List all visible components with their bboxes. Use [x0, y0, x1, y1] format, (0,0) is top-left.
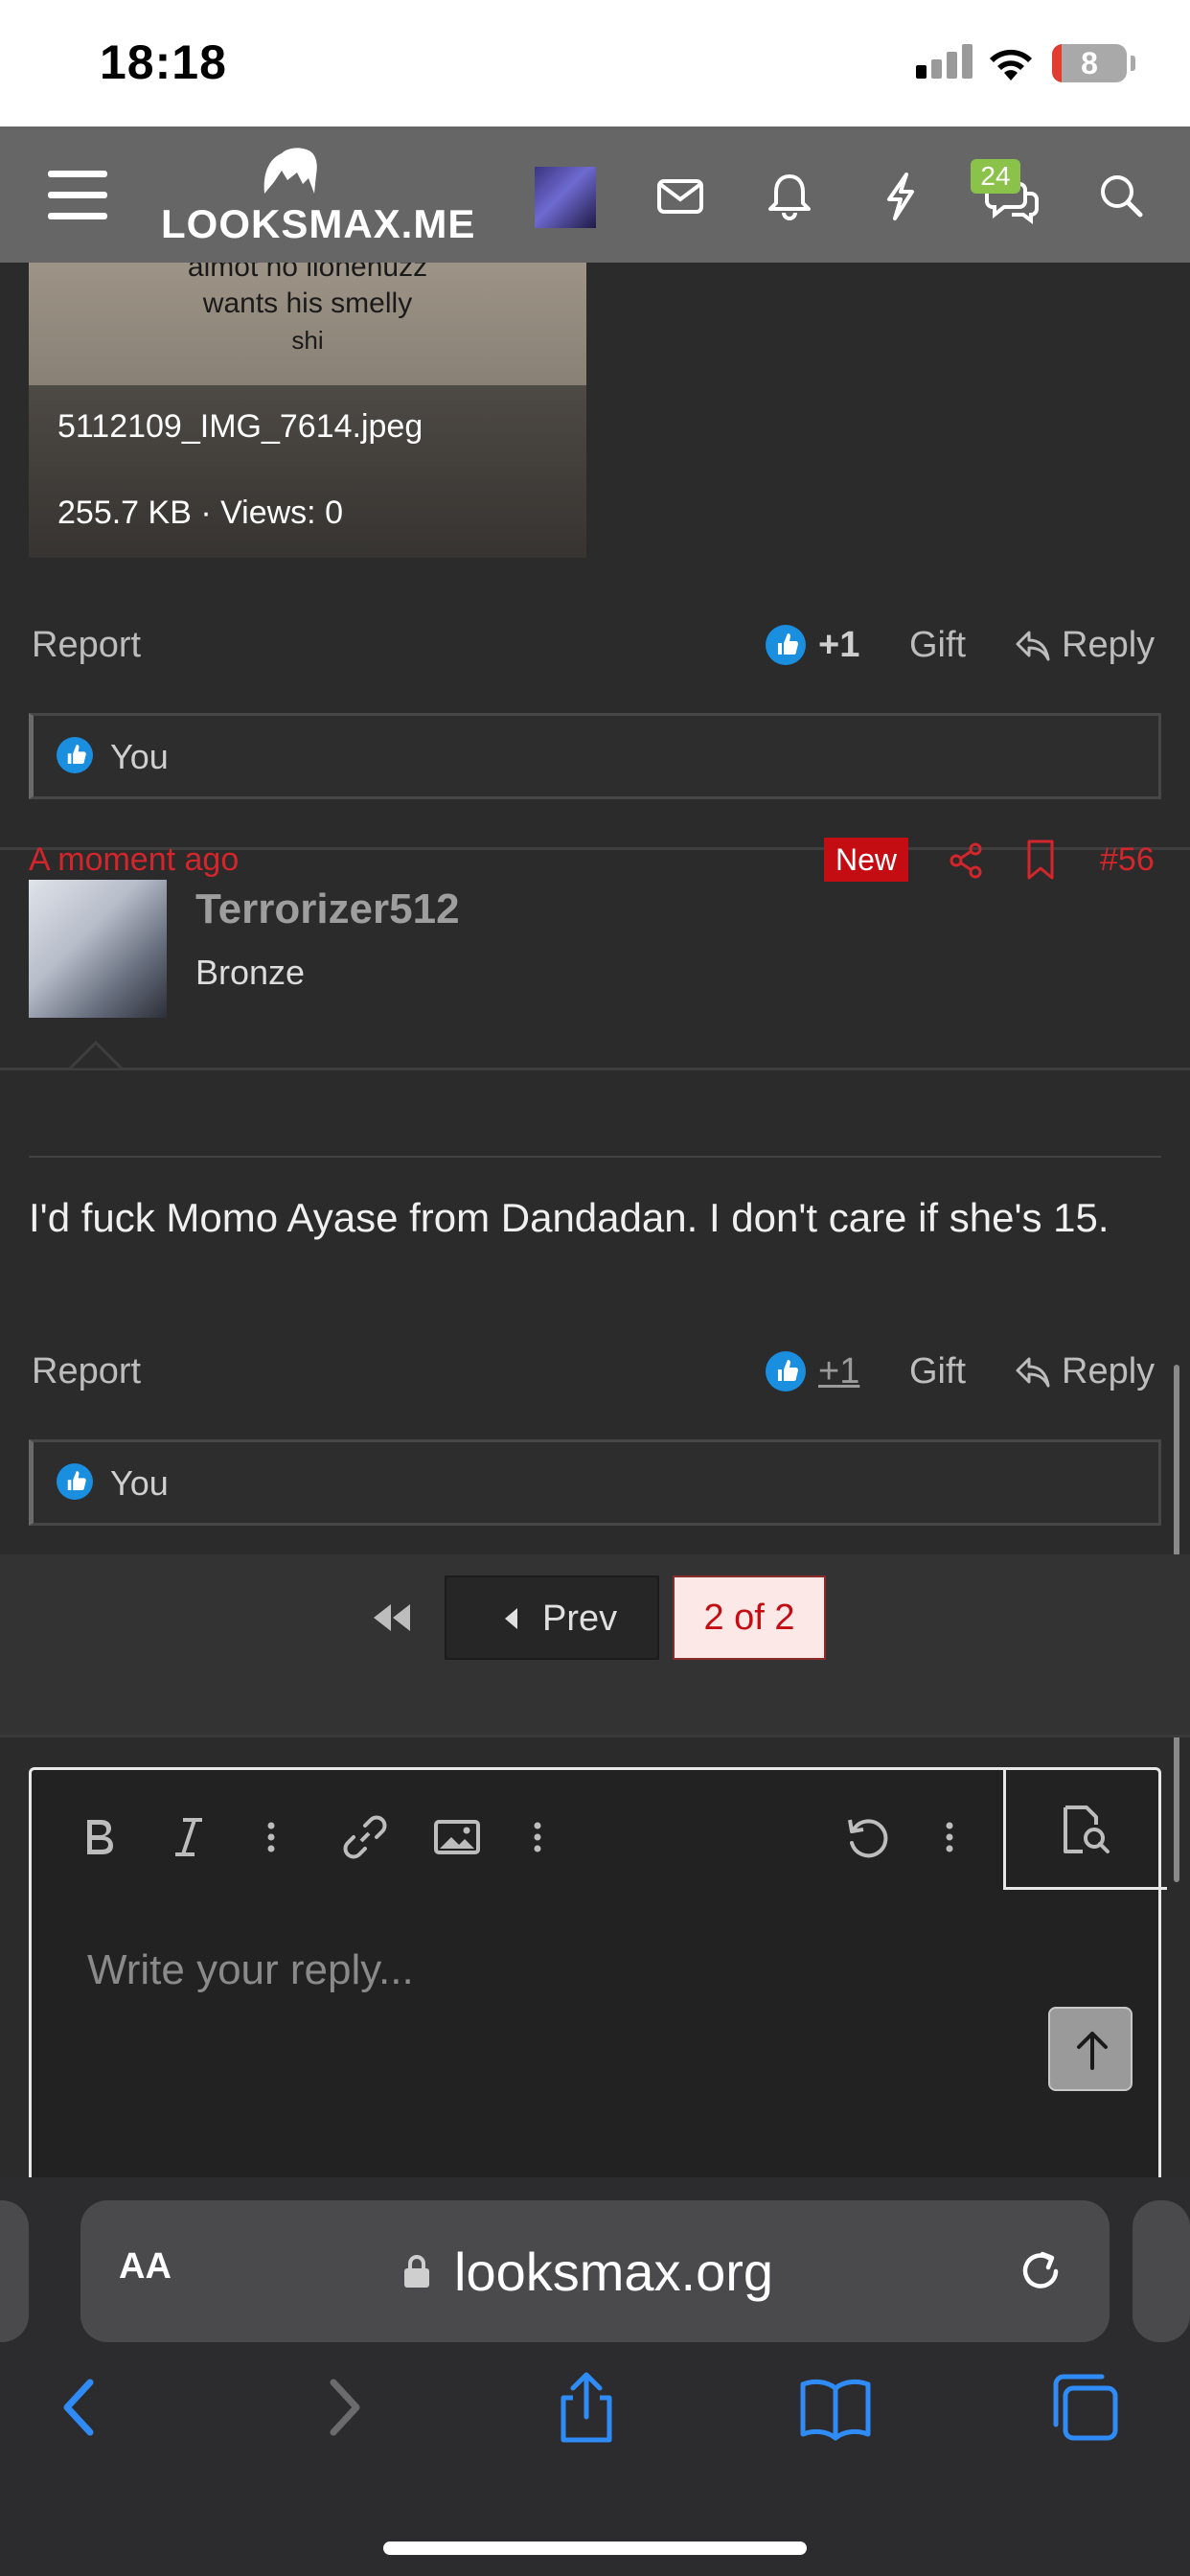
like-reaction-icon [57, 1463, 93, 1500]
more-icon[interactable] [921, 1808, 978, 1866]
share-icon[interactable] [945, 840, 987, 882]
like-count[interactable]: +1 [818, 625, 859, 666]
scroll-to-top-button[interactable] [1048, 2007, 1133, 2091]
report-link[interactable]: Report [32, 1351, 141, 1392]
pagination: Prev 2 of 2 [0, 1554, 1190, 1735]
reply-link[interactable]: Reply [1062, 1351, 1155, 1392]
arrow-up-icon [1077, 2032, 1108, 2070]
attachment-meta: 255.7 KB · Views: 0 [57, 494, 343, 531]
reply-input-placeholder[interactable]: Write your reply... [87, 1946, 414, 1994]
battery-level: 8 [1081, 46, 1098, 80]
status-time: 18:18 [100, 35, 227, 89]
url-text[interactable]: looksmax.org [454, 2241, 773, 2303]
search-icon[interactable] [1090, 165, 1152, 226]
preview-button[interactable] [1003, 1767, 1167, 1890]
attachment-overlay-text-3: shi [291, 326, 324, 355]
italic-icon[interactable] [160, 1808, 217, 1866]
reply-arrow-icon [1016, 631, 1050, 661]
mail-icon[interactable] [650, 165, 711, 226]
bell-icon[interactable] [759, 165, 820, 226]
bookmarks-icon[interactable] [795, 2367, 876, 2448]
site-header: LOOKSMAX.ME 24 [0, 126, 1190, 263]
image-icon[interactable] [428, 1808, 486, 1866]
thread-content: almot no lionehuzz wants his smelly shi … [0, 263, 1190, 2189]
previous-tab-preview[interactable] [0, 2200, 29, 2342]
user-block-arrow [69, 1041, 123, 1070]
wifi-icon [990, 49, 1032, 80]
like-reaction-icon [766, 1351, 806, 1392]
like-reaction-icon [57, 737, 93, 773]
reactions-bar[interactable]: You [29, 1439, 1161, 1526]
more-icon[interactable] [509, 1808, 566, 1866]
report-link[interactable]: Report [32, 625, 141, 666]
undo-icon[interactable] [838, 1808, 896, 1866]
browser-toolbar: AA looksmax.org [0, 2177, 1190, 2576]
next-tab-preview[interactable] [1133, 2200, 1190, 2342]
reload-icon[interactable] [1012, 2242, 1069, 2300]
user-avatar[interactable] [29, 880, 167, 1018]
gift-link[interactable]: Gift [909, 1351, 966, 1392]
status-bar: 18:18 8 [0, 0, 1190, 126]
site-logo[interactable]: LOOKSMAX.ME [161, 201, 475, 247]
bold-icon[interactable] [70, 1808, 127, 1866]
reactions-user: You [110, 737, 169, 776]
chat-badge: 24 [971, 159, 1020, 194]
reactions-bar[interactable]: You [29, 713, 1161, 799]
prev-page-label: Prev [542, 1598, 618, 1639]
link-icon[interactable] [336, 1808, 394, 1866]
aa-label: AA [119, 2246, 172, 2287]
post-body: I'd fuck Momo Ayase from Dandadan. I don… [29, 1195, 1110, 1240]
new-badge: New [824, 838, 908, 882]
bookmark-icon[interactable] [1023, 838, 1058, 882]
attachment-filename: 5112109_IMG_7614.jpeg [57, 408, 423, 445]
battery-icon: 8 [1052, 44, 1127, 82]
reply-link[interactable]: Reply [1062, 625, 1155, 666]
preview-icon [1064, 1806, 1110, 1853]
gift-link[interactable]: Gift [909, 625, 966, 666]
post-number[interactable]: #56 [1100, 841, 1155, 879]
first-page-icon[interactable] [368, 1598, 416, 1637]
reply-arrow-icon [1016, 1357, 1050, 1388]
home-indicator [383, 2542, 807, 2555]
attachment-overlay-text-2: wants his smelly [202, 288, 413, 319]
caret-left-icon [505, 1608, 517, 1629]
reader-aa-button[interactable]: AA [119, 2246, 172, 2288]
tabs-icon[interactable] [1044, 2367, 1125, 2448]
address-bar[interactable]: AA looksmax.org [80, 2200, 1110, 2342]
prev-page-button[interactable]: Prev [445, 1576, 659, 1660]
forward-icon[interactable] [301, 2367, 381, 2448]
like-count[interactable]: +1 [818, 1351, 859, 1392]
attachment-overlay-text-1: almot no lionehuzz [187, 263, 428, 283]
attachment-thumbnail[interactable]: almot no lionehuzz wants his smelly shi … [29, 263, 586, 558]
battery-tip [1131, 56, 1135, 71]
post-user-title: Bronze [195, 953, 306, 992]
reply-editor[interactable]: Write your reply... [29, 1767, 1167, 2189]
current-page[interactable]: 2 of 2 [673, 1576, 826, 1660]
like-reaction-icon [766, 625, 806, 665]
post-timestamp[interactable]: A moment ago [29, 841, 239, 879]
post-username[interactable]: Terrorizer512 [195, 886, 460, 933]
reactions-user: You [110, 1463, 169, 1503]
post-header-divider [29, 1156, 1161, 1158]
back-icon[interactable] [42, 2367, 123, 2448]
share-icon[interactable] [546, 2367, 627, 2448]
more-icon[interactable] [242, 1808, 300, 1866]
pager-divider [0, 1735, 1190, 1737]
bolt-icon[interactable] [870, 165, 931, 226]
user-avatar-button[interactable] [535, 167, 596, 228]
lock-icon [404, 2255, 429, 2288]
user-block-divider [0, 1068, 1190, 1070]
logo-hair-icon [263, 148, 317, 194]
